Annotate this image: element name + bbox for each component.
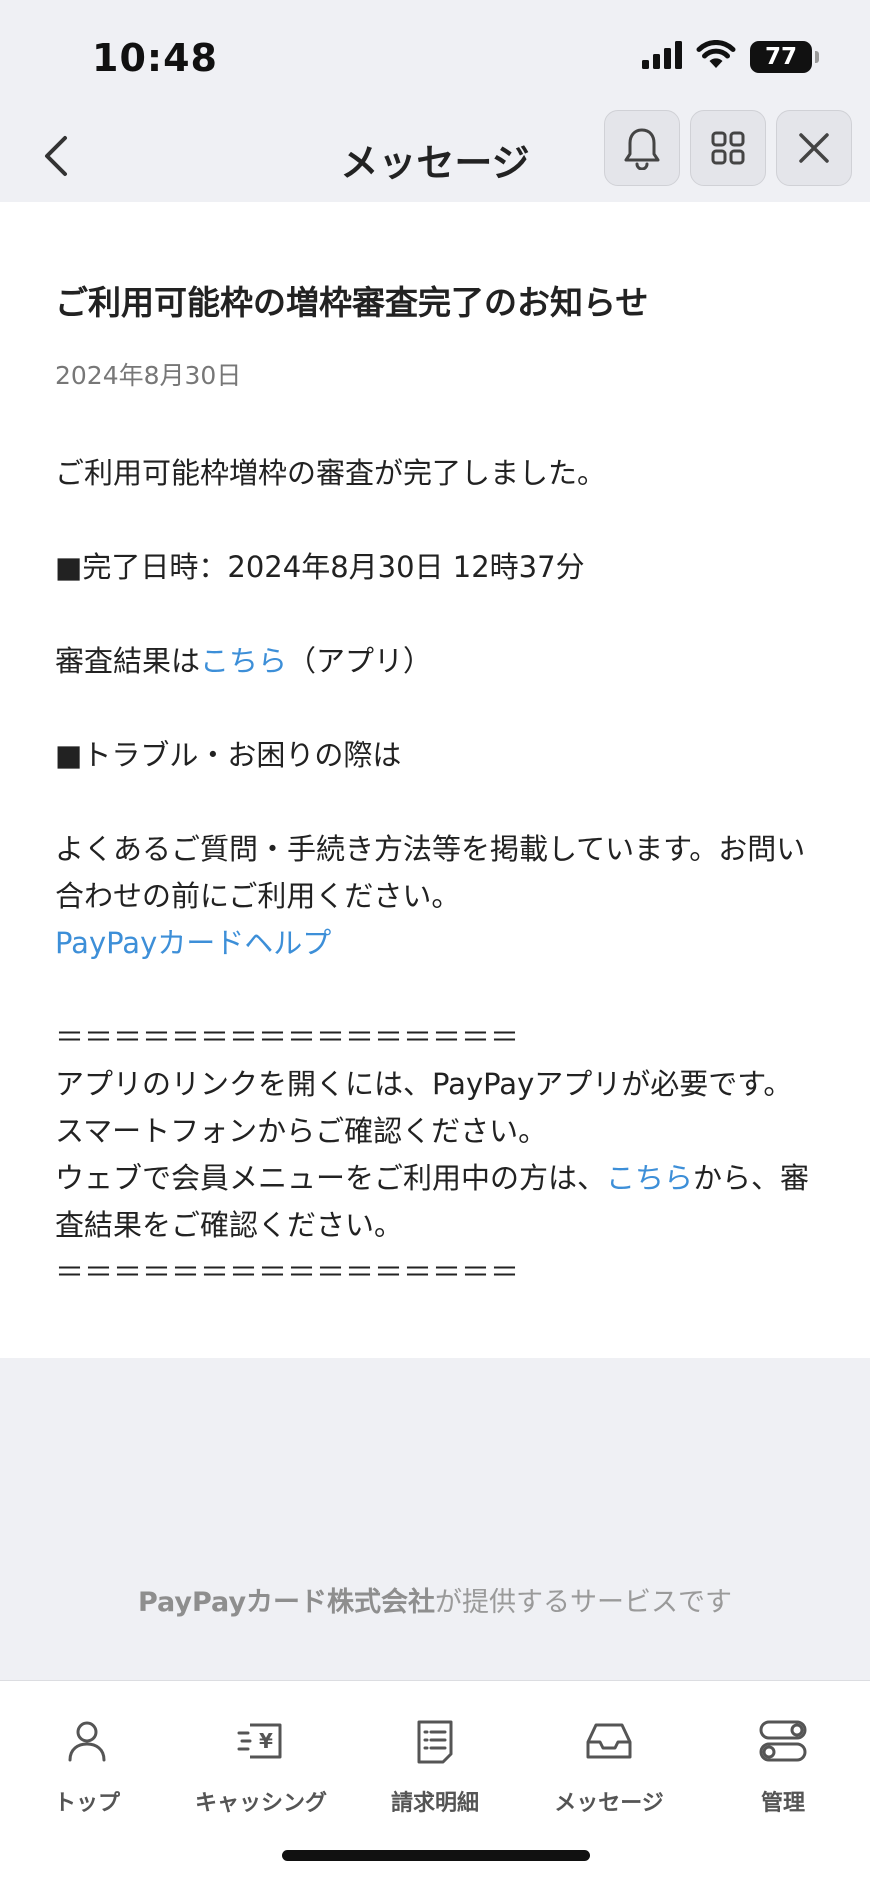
web-result-link[interactable]: こちら	[606, 1161, 693, 1195]
paypay-card-help-link[interactable]: PayPayカードヘルプ	[55, 926, 331, 960]
wifi-icon	[696, 39, 736, 74]
tab-manage[interactable]: 管理	[696, 1681, 870, 1882]
nav-bar: メッセージ	[0, 110, 870, 202]
bell-icon	[624, 128, 660, 170]
body-line-result: 審査結果はこちら（アプリ）	[55, 644, 433, 679]
status-time: 10:48	[92, 36, 218, 80]
nav-actions	[604, 110, 852, 186]
provider-company: PayPayカード株式会社	[137, 1587, 436, 1618]
statement-icon	[409, 1715, 461, 1767]
home-indicator	[282, 1850, 590, 1861]
tab-label: 管理	[760, 1791, 805, 1816]
body-line-web-member: ウェブで会員メニューをご利用中の方は、こちらから、審査結果をご確認ください。	[55, 1161, 810, 1243]
tab-top[interactable]: トップ	[0, 1681, 174, 1882]
tab-label: トップ	[53, 1791, 120, 1816]
svg-text:¥: ¥	[259, 1729, 273, 1753]
body-line-completed: ご利用可能枠増枠の審査が完了しました。	[55, 456, 607, 491]
close-button[interactable]	[776, 110, 852, 186]
result-app-link[interactable]: こちら	[200, 644, 287, 678]
provider-notice: PayPayカード株式会社が提供するサービスです	[137, 1587, 733, 1618]
chevron-left-icon	[45, 136, 67, 176]
inbox-icon	[583, 1715, 635, 1767]
body-line-faq: よくあるご質問・手続き方法等を掲載しています。お問い合わせの前にご利用ください。	[55, 832, 806, 914]
close-icon	[799, 133, 829, 163]
tab-label: メッセージ	[554, 1791, 664, 1816]
message-card: ご利用可能枠の増枠審査完了のお知らせ 2024年8月30日 ご利用可能枠増枠の審…	[0, 202, 870, 1358]
body-line-completion-datetime: ■完了日時：2024年8月30日 12時37分	[55, 550, 585, 585]
divider-top: ＝＝＝＝＝＝＝＝＝＝＝＝＝＝＝＝	[55, 1020, 520, 1055]
cellular-signal-icon	[642, 41, 682, 73]
message-date: 2024年8月30日	[55, 361, 242, 391]
notification-button[interactable]	[604, 110, 680, 186]
status-bar: 10:48 77	[0, 0, 870, 110]
battery-icon: 77	[750, 41, 819, 73]
tab-label: 請求明細	[390, 1791, 479, 1816]
status-icons: 77	[642, 39, 819, 74]
back-button[interactable]	[28, 128, 84, 184]
grid-icon	[711, 131, 745, 165]
tab-label: キャッシング	[194, 1791, 327, 1816]
menu-grid-button[interactable]	[690, 110, 766, 186]
yen-cash-icon: ¥	[235, 1715, 287, 1767]
person-icon	[61, 1715, 113, 1767]
divider-bottom: ＝＝＝＝＝＝＝＝＝＝＝＝＝＝＝＝	[55, 1255, 520, 1290]
body-line-app-required: アプリのリンクを開くには、PayPayアプリが必要です。スマートフォンからご確認…	[55, 1067, 793, 1149]
message-body: ご利用可能枠増枠の審査が完了しました。 ■完了日時：2024年8月30日 12時…	[55, 450, 815, 1296]
body-line-trouble: ■トラブル・お困りの際は	[55, 738, 402, 773]
message-title: ご利用可能枠の増枠審査完了のお知らせ	[55, 283, 649, 322]
toggle-settings-icon	[757, 1715, 809, 1767]
